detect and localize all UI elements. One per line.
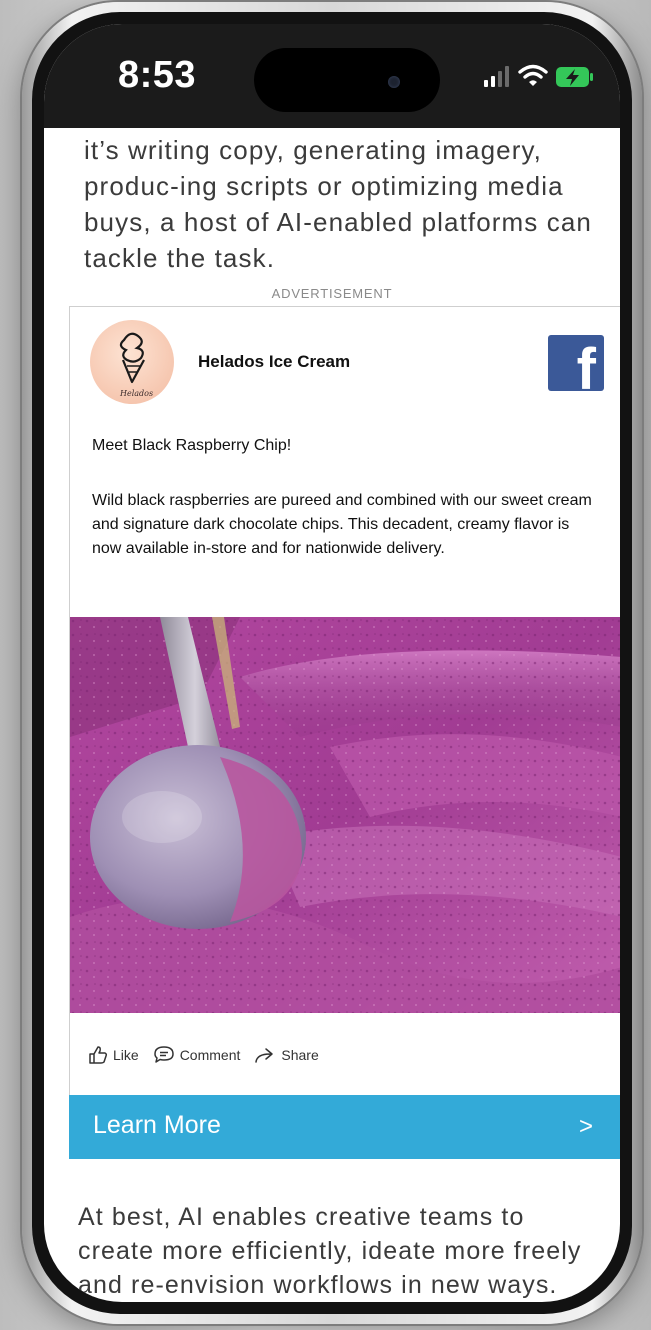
advertisement-label: ADVERTISEMENT [271, 286, 393, 301]
status-bar: 8:53 [44, 24, 620, 128]
ad-action-bar: Like Comment Share [88, 1043, 333, 1067]
facebook-logo-icon: f [548, 335, 604, 391]
share-button[interactable]: Share [254, 1046, 319, 1064]
like-button[interactable]: Like [88, 1045, 139, 1065]
ice-cream-cone-icon: Helados [119, 332, 153, 398]
phone-bezel: 8:53 it’s writing copy, generating image… [32, 12, 632, 1314]
status-time: 8:53 [118, 54, 197, 96]
facebook-ad-card[interactable]: Helados Helados Ice Cream f Meet Black R… [69, 306, 620, 1102]
ice-cream-scoop-image [70, 617, 620, 1013]
camera-lens [388, 76, 400, 88]
share-arrow-icon [255, 1048, 274, 1063]
comment-button[interactable]: Comment [153, 1045, 241, 1065]
advertiser-name[interactable]: Helados Ice Cream [198, 352, 350, 372]
learn-more-label: Learn More [93, 1111, 221, 1139]
advertiser-avatar[interactable]: Helados [90, 320, 174, 404]
phone-screen[interactable]: 8:53 it’s writing copy, generating image… [44, 24, 620, 1302]
chevron-right-icon: > [578, 1113, 593, 1140]
wifi-icon [518, 64, 548, 86]
article-intro-text: it’s writing copy, generating imagery, p… [84, 135, 592, 273]
avatar-logo-script: Helados [119, 389, 153, 398]
comment-icon [153, 1046, 174, 1063]
article-closing-text: At best, AI enables creative teams to cr… [78, 1203, 582, 1299]
learn-more-button[interactable]: Learn More > [69, 1095, 620, 1159]
battery-charging-icon [556, 67, 593, 87]
thumbs-up-icon [89, 1046, 108, 1064]
ice-cream-photo[interactable] [70, 617, 620, 1013]
share-label: Share [281, 1047, 319, 1063]
status-icons [484, 64, 594, 92]
like-label: Like [113, 1047, 139, 1063]
cellular-signal-icon [484, 66, 509, 87]
phone-frame: 8:53 it’s writing copy, generating image… [22, 2, 642, 1324]
ad-headline: Meet Black Raspberry Chip! [92, 437, 292, 454]
ad-body-text: Wild black raspberries are pureed and co… [92, 492, 592, 557]
dynamic-island [254, 48, 440, 112]
comment-label: Comment [179, 1047, 241, 1063]
